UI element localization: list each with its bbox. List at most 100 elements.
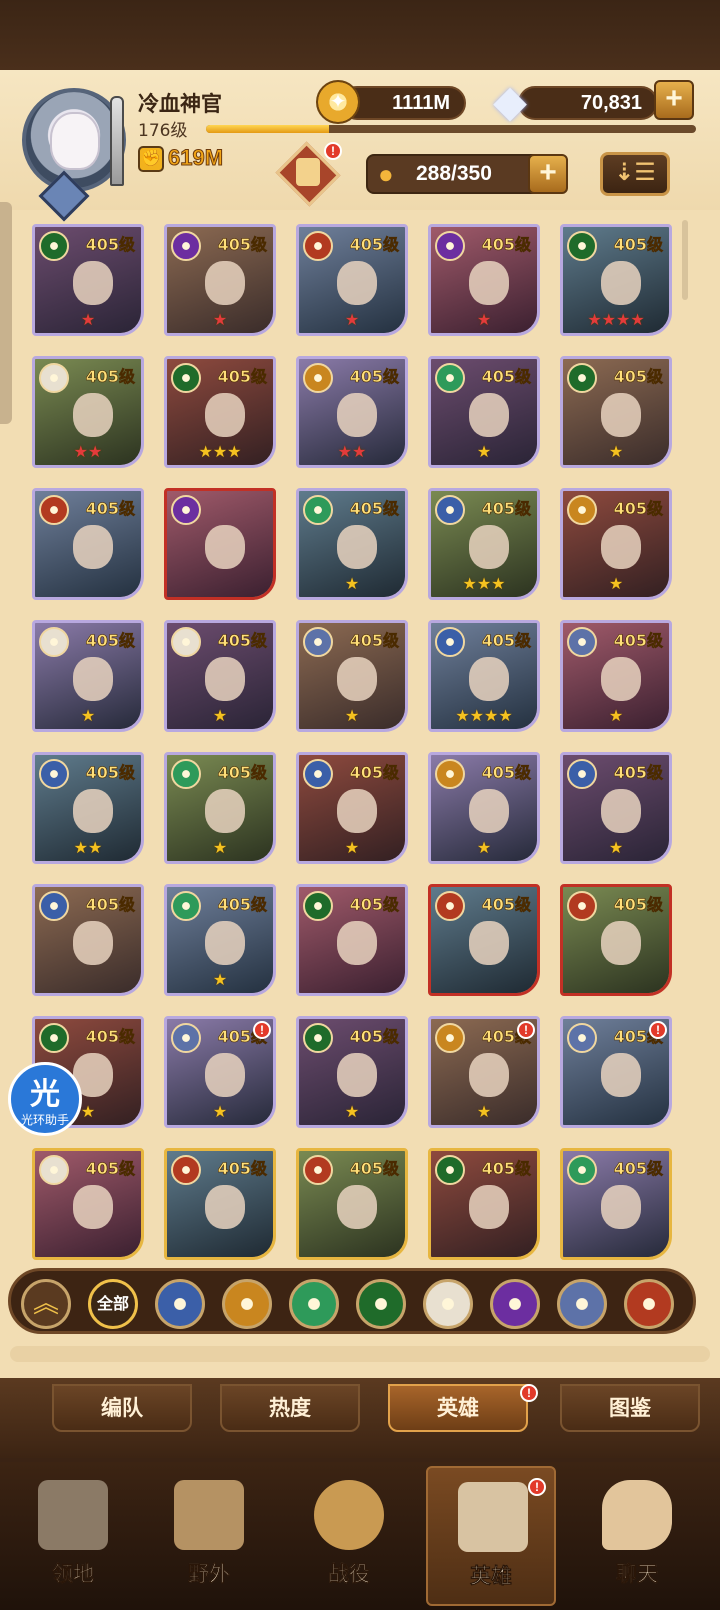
hero-level: 405级 <box>85 499 135 519</box>
hero-face <box>205 525 245 569</box>
mauler-faction-icon <box>435 1023 465 1053</box>
hero-list-scrollbar[interactable] <box>682 220 688 300</box>
hero-level: 405级 <box>481 1159 531 1179</box>
hero-card[interactable]: 405级 ★ <box>560 356 672 468</box>
hero-stars: ★ <box>212 1104 228 1121</box>
hero-card[interactable]: 405级 ★ <box>296 620 408 732</box>
hero-card[interactable]: 405级! <box>560 1016 672 1128</box>
mauler-faction-icon <box>303 363 333 393</box>
hero-card[interactable]: 405级 ★★★ <box>428 488 540 600</box>
hero-card[interactable]: 405级 ★! <box>164 1016 276 1128</box>
hero-face <box>73 261 113 305</box>
tab-formation[interactable]: 编队 <box>52 1384 192 1432</box>
nav-territory[interactable]: 领地 <box>8 1466 138 1606</box>
side-drawer-handle[interactable] <box>0 202 12 424</box>
expand-roster-button[interactable]: + <box>528 154 568 194</box>
sort-button[interactable]: ⇣☰ <box>600 152 670 196</box>
hero-level: 405级 <box>613 367 663 387</box>
graveborn-filter-icon[interactable] <box>624 1279 674 1329</box>
hero-face <box>337 1185 377 1229</box>
hero-card[interactable]: 405级 ★ <box>296 224 408 336</box>
hero-level: 405级 <box>613 1159 663 1179</box>
collapse-chevron-icon[interactable]: ︽ <box>21 1279 71 1329</box>
lightbearer-faction-icon <box>435 495 465 525</box>
graveborn-faction-icon <box>39 495 69 525</box>
maulergreen-filter-icon[interactable] <box>289 1279 339 1329</box>
hero-card[interactable]: 405级 ★★★★ <box>560 224 672 336</box>
maulergreen-faction-icon <box>303 495 333 525</box>
nav-wilds[interactable]: 野外 <box>144 1466 274 1606</box>
hero-card[interactable]: 405级 ★ <box>428 224 540 336</box>
hero-card[interactable]: 405级 <box>296 884 408 996</box>
nav-heroes[interactable]: 英雄 ! <box>426 1466 556 1606</box>
hero-card[interactable]: 405级 <box>560 1148 672 1260</box>
hero-card[interactable]: 405级 ★ <box>560 620 672 732</box>
assistant-helper-button[interactable]: 光 光环助手 <box>8 1062 82 1136</box>
wild-faction-icon <box>171 363 201 393</box>
hero-card[interactable]: 405级 ★ <box>296 1016 408 1128</box>
hero-card[interactable]: 405级 ★ <box>428 356 540 468</box>
hero-card[interactable]: 405级 ★ <box>164 884 276 996</box>
hero-face <box>73 1185 113 1229</box>
hero-card[interactable]: 405级 ★ <box>296 752 408 864</box>
nav-chat[interactable]: 聊天 <box>572 1466 702 1606</box>
mauler-filter-icon[interactable] <box>222 1279 272 1329</box>
combat-power: 619M <box>167 145 224 171</box>
hero-card[interactable]: 405级 ★★ <box>32 356 144 468</box>
hero-face <box>469 1053 509 1097</box>
tab-codex[interactable]: 图鉴 <box>560 1384 700 1432</box>
dimensional-filter-icon[interactable] <box>557 1279 607 1329</box>
wild-filter-icon[interactable] <box>356 1279 406 1329</box>
hero-card[interactable]: 405级 <box>428 1148 540 1260</box>
hypogean-filter-icon[interactable] <box>490 1279 540 1329</box>
lightbearer-filter-icon[interactable] <box>155 1279 205 1329</box>
hero-card[interactable]: 405级 ★! <box>428 1016 540 1128</box>
hero-stars: ★ <box>476 444 492 461</box>
hero-level: 405级 <box>613 895 663 915</box>
hero-card[interactable]: 405级 ★ <box>164 752 276 864</box>
hero-card[interactable]: 405级 ★ <box>32 224 144 336</box>
hero-card[interactable]: 405级 ★ <box>164 620 276 732</box>
hero-card[interactable]: 405级 <box>32 488 144 600</box>
hero-stars: ★ <box>212 312 228 329</box>
hero-card[interactable]: 405级 <box>164 1148 276 1260</box>
filter-all-button[interactable]: 全部 <box>88 1279 138 1329</box>
hero-card[interactable]: 405级 ★★ <box>296 356 408 468</box>
hero-card[interactable]: 405级 ★★★ <box>164 356 276 468</box>
guild-crest-button[interactable]: ! <box>274 141 342 207</box>
hero-card[interactable]: 405级 ★★★★ <box>428 620 540 732</box>
hero-stars: ★★★★ <box>587 312 645 329</box>
hero-card[interactable]: 405级 ★★ <box>32 752 144 864</box>
hero-face <box>337 393 377 437</box>
hero-stars: ★ <box>80 312 96 329</box>
hero-card[interactable]: 405级 <box>32 1148 144 1260</box>
hero-card[interactable] <box>164 488 276 600</box>
hero-card[interactable]: 405级 ★ <box>560 488 672 600</box>
hero-level: 405级 <box>613 499 663 519</box>
hero-face <box>205 261 245 305</box>
hero-stars: ★ <box>80 708 96 725</box>
hero-card[interactable]: 405级 ★ <box>164 224 276 336</box>
hero-card[interactable]: 405级 <box>296 1148 408 1260</box>
hero-stars: ★ <box>212 708 228 725</box>
hero-card[interactable]: 405级 ★ <box>560 752 672 864</box>
hero-card[interactable]: 405级 <box>428 884 540 996</box>
nav-campaign[interactable]: 战役 <box>284 1466 414 1606</box>
notification-dot-icon: ! <box>253 1021 271 1039</box>
tab-heroes[interactable]: 英雄 <box>388 1384 528 1432</box>
wild-faction-icon <box>567 231 597 261</box>
hero-card[interactable]: 405级 <box>560 884 672 996</box>
tab-popularity[interactable]: 热度 <box>220 1384 360 1432</box>
hero-stars: ★ <box>476 312 492 329</box>
helper-glyph: 光 <box>30 1077 60 1112</box>
dimensional-faction-icon <box>303 627 333 657</box>
hero-face <box>337 789 377 833</box>
hero-card[interactable]: 405级 <box>32 884 144 996</box>
celestial-filter-icon[interactable] <box>423 1279 473 1329</box>
buy-diamonds-button[interactable]: + <box>654 80 694 120</box>
hero-card[interactable]: 405级 ★ <box>428 752 540 864</box>
hero-card[interactable]: 405级 ★ <box>296 488 408 600</box>
notification-dot-icon: ! <box>528 1478 546 1496</box>
hero-card[interactable]: 405级 ★ <box>32 620 144 732</box>
lightbearer-faction-icon <box>435 627 465 657</box>
